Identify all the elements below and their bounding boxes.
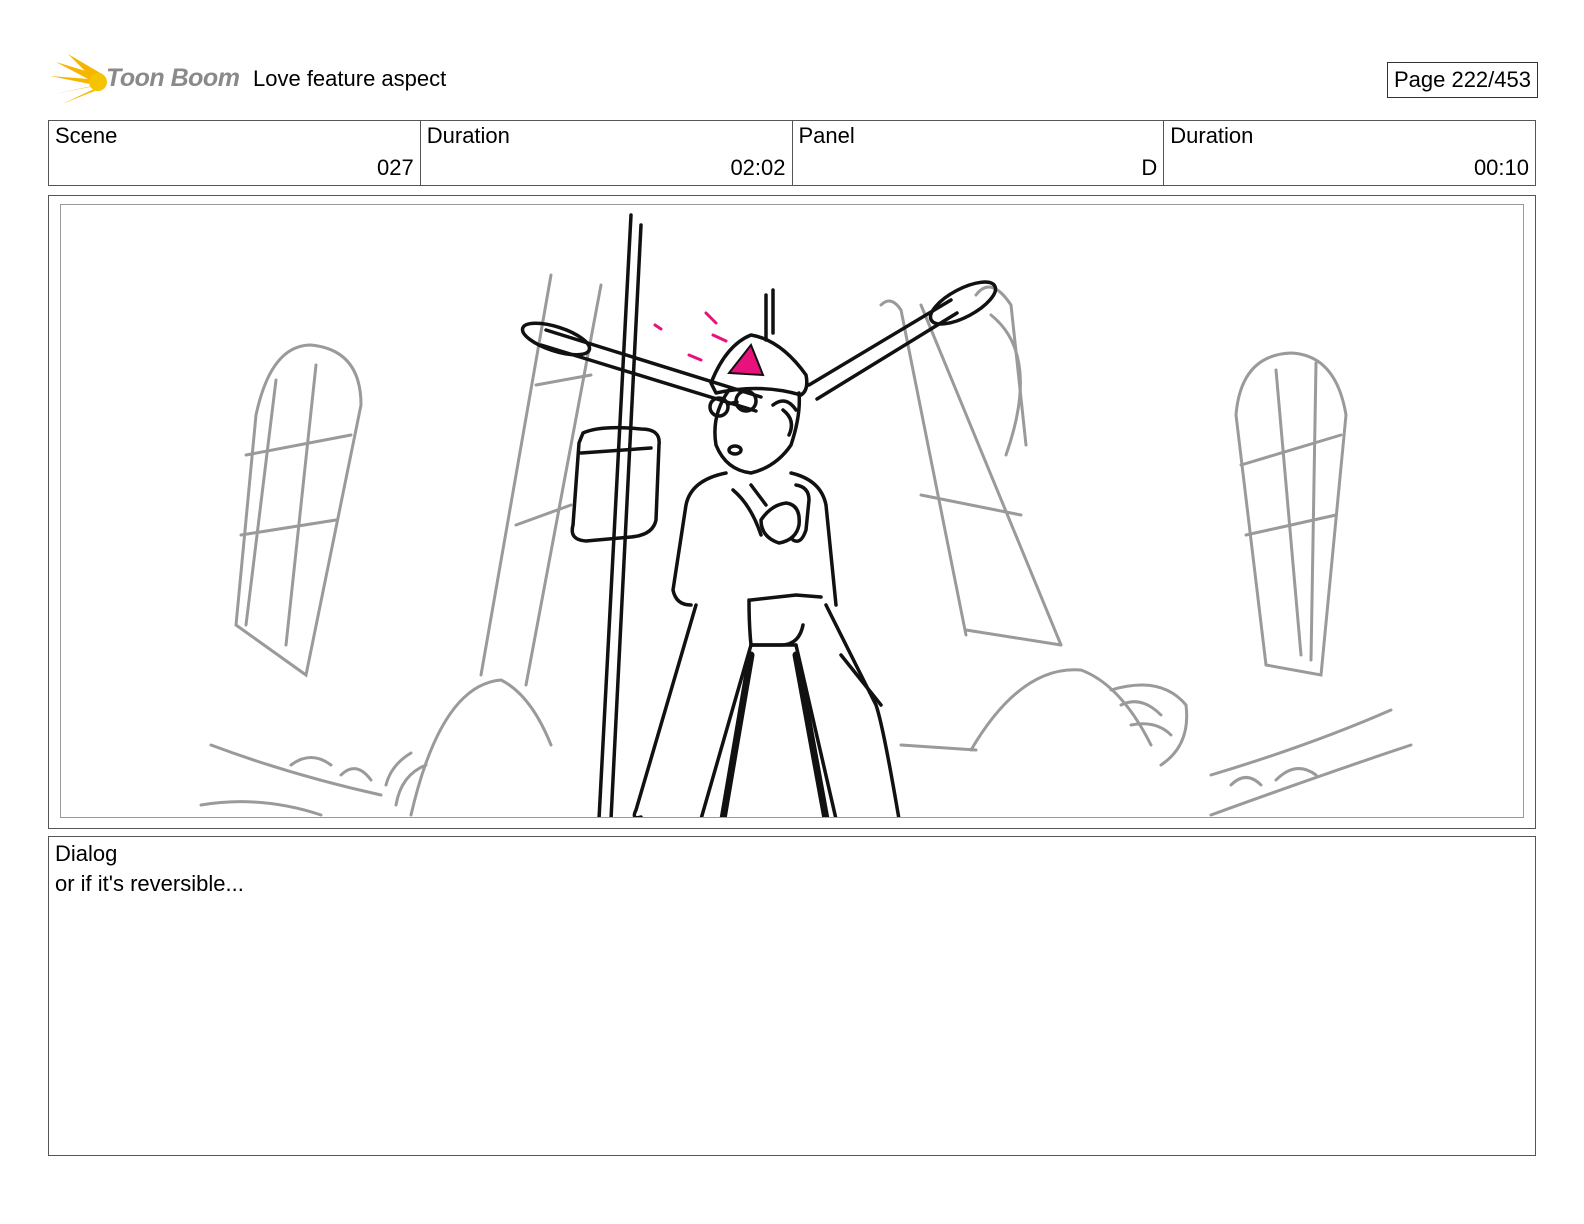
scene-cell: Scene 027: [49, 121, 421, 185]
dialog-text: or if it's reversible...: [55, 871, 244, 896]
document-title: Love feature aspect: [253, 66, 447, 91]
scene-value: 027: [377, 155, 414, 180]
character-sketch: [520, 213, 998, 817]
panel-drawing-area: [60, 204, 1524, 818]
dialog-box: Dialog or if it's reversible...: [48, 836, 1536, 1156]
scene-duration-label: Duration: [426, 123, 510, 148]
helmet-gem: [727, 343, 765, 377]
toon-boom-logo: Toon Boom: [50, 54, 240, 106]
panel-sketch: [199, 213, 1413, 817]
dialog-label: Dialog: [55, 841, 118, 866]
coat-shadow: [719, 651, 830, 817]
panel-duration-cell: Duration 00:10: [1164, 121, 1535, 185]
logo-text: Toon Boom: [106, 64, 240, 92]
scene-info-row: Scene 027 Duration 02:02 Panel D Duratio…: [48, 120, 1536, 186]
sunburst-icon: [50, 54, 107, 104]
panel-label: Panel: [798, 123, 855, 148]
page-header: Toon Boom Love feature aspect Page 222/4…: [48, 52, 1538, 108]
panel-duration-label: Duration: [1170, 123, 1254, 148]
background-sketch: [199, 273, 1413, 817]
page-number: Page 222/453: [1386, 62, 1538, 98]
alert-marks: [653, 311, 728, 362]
scene-duration-value: 02:02: [730, 155, 786, 180]
storyboard-panel: [48, 195, 1536, 829]
panel-value: D: [1141, 155, 1158, 180]
panel-cell: Panel D: [793, 121, 1165, 185]
scene-label: Scene: [55, 123, 118, 148]
scene-duration-cell: Duration 02:02: [421, 121, 793, 185]
panel-duration-value: 00:10: [1473, 155, 1529, 180]
